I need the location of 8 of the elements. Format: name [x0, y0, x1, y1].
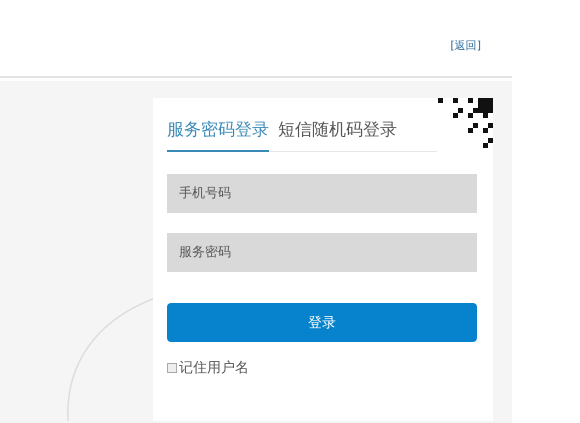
remember-label: 记住用户名 — [179, 359, 249, 377]
remember-checkbox[interactable] — [167, 363, 177, 373]
login-tab[interactable]: 服务密码登录 — [167, 118, 269, 152]
input-field[interactable]: 手机号码 — [167, 174, 477, 213]
login-tab[interactable]: 短信随机码登录 — [278, 118, 397, 152]
login-button[interactable]: 登录 — [167, 303, 477, 342]
back-link[interactable]: [返回] — [450, 38, 481, 53]
input-field[interactable]: 服务密码 — [167, 233, 477, 272]
